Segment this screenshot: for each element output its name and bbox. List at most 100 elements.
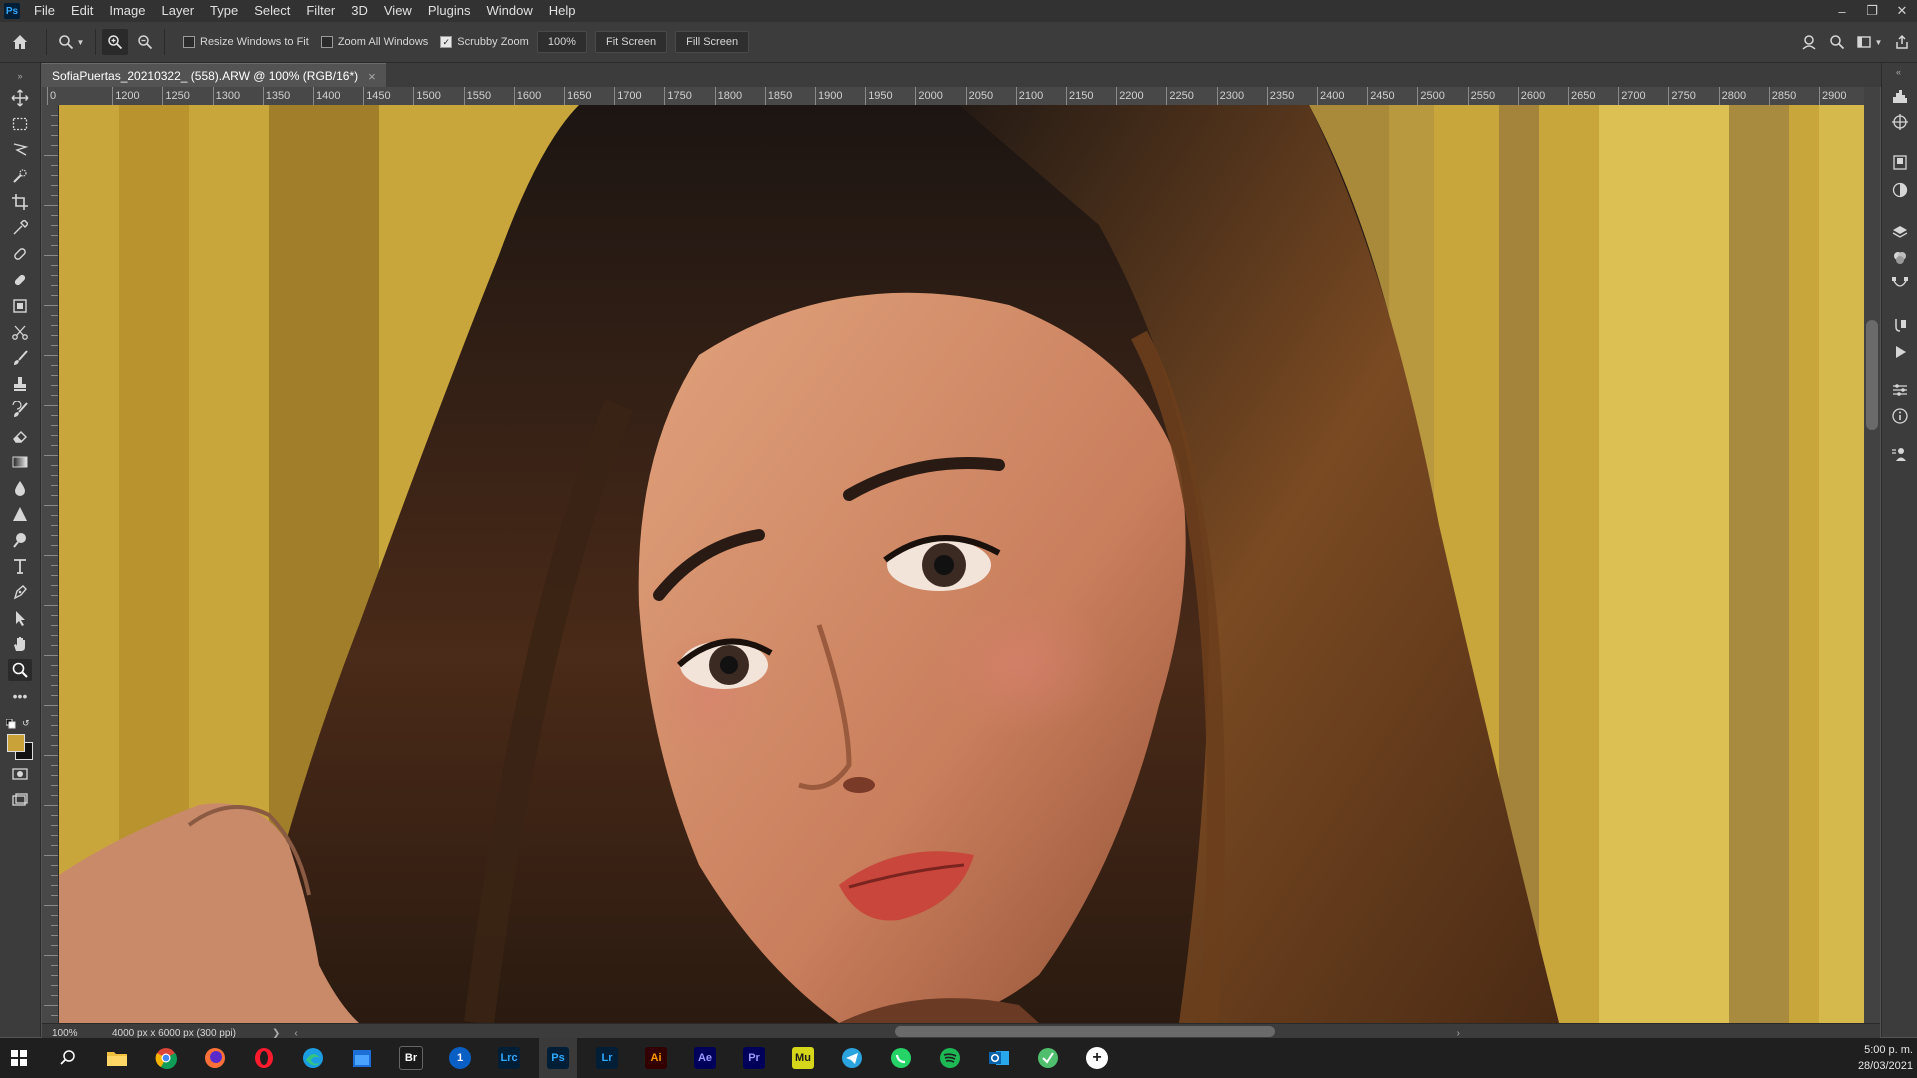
navigator-icon[interactable]: [1891, 113, 1909, 131]
taskbar-add-app[interactable]: +: [1078, 1038, 1116, 1078]
share-button[interactable]: [1887, 34, 1917, 50]
document-canvas[interactable]: [59, 105, 1864, 1023]
quick-selection-tool[interactable]: [8, 165, 32, 187]
marquee-tool[interactable]: [8, 113, 32, 135]
collapse-toolbar-icon[interactable]: »: [8, 65, 32, 87]
crop-tool[interactable]: [8, 191, 32, 213]
status-zoom[interactable]: 100%: [52, 1028, 92, 1039]
taskbar-illustrator[interactable]: Ai: [637, 1038, 675, 1078]
patch-tool[interactable]: [8, 295, 32, 317]
taskbar-chrome[interactable]: [147, 1038, 185, 1078]
quick-mask-button[interactable]: [8, 763, 32, 785]
fill-screen-button[interactable]: Fill Screen: [675, 31, 750, 53]
zoom-in-button[interactable]: [102, 29, 128, 55]
taskbar-after-effects[interactable]: Ae: [686, 1038, 724, 1078]
move-tool[interactable]: [8, 87, 32, 109]
taskbar-whatsapp[interactable]: [882, 1038, 920, 1078]
taskbar-search-button[interactable]: [49, 1038, 87, 1078]
zoom-out-button[interactable]: [132, 29, 158, 55]
menu-filter[interactable]: Filter: [298, 0, 343, 22]
swap-colors-icon[interactable]: ↺: [22, 718, 32, 728]
healing-brush-tool[interactable]: [8, 269, 32, 291]
eraser-tool[interactable]: [8, 425, 32, 447]
learn-button[interactable]: [1795, 34, 1823, 50]
path-selection-tool[interactable]: [8, 607, 32, 629]
histogram-icon[interactable]: [1891, 87, 1909, 105]
menu-help[interactable]: Help: [541, 0, 584, 22]
libraries-icon[interactable]: [1891, 153, 1909, 171]
taskbar-muse[interactable]: Mu: [784, 1038, 822, 1078]
horizontal-scroll-thumb[interactable]: [895, 1026, 1275, 1037]
hand-tool[interactable]: [8, 633, 32, 655]
brush-tool[interactable]: [8, 347, 32, 369]
taskbar-lightroom[interactable]: Lr: [588, 1038, 626, 1078]
zoom-tool[interactable]: [8, 659, 32, 681]
more-tools-icon[interactable]: •••: [8, 685, 32, 707]
taskbar-opera[interactable]: [245, 1038, 283, 1078]
paths-icon[interactable]: [1891, 275, 1909, 293]
menu-type[interactable]: Type: [202, 0, 246, 22]
zoom-all-windows-checkbox[interactable]: Zoom All Windows: [320, 36, 428, 48]
status-menu-arrow[interactable]: ❯: [272, 1028, 280, 1039]
menu-edit[interactable]: Edit: [63, 0, 101, 22]
menu-file[interactable]: File: [26, 0, 63, 22]
resize-windows-checkbox[interactable]: Resize Windows to Fit: [183, 36, 309, 48]
taskbar-file-explorer[interactable]: [98, 1038, 136, 1078]
channels-icon[interactable]: [1891, 249, 1909, 267]
taskbar-edge[interactable]: [294, 1038, 332, 1078]
actions-play-icon[interactable]: [1891, 343, 1909, 361]
minimize-button[interactable]: –: [1827, 0, 1857, 22]
menu-window[interactable]: Window: [478, 0, 540, 22]
vertical-scroll-thumb[interactable]: [1866, 320, 1878, 430]
taskbar-telegram[interactable]: [833, 1038, 871, 1078]
close-button[interactable]: ✕: [1887, 0, 1917, 22]
taskbar-calendar[interactable]: [343, 1038, 381, 1078]
menu-plugins[interactable]: Plugins: [420, 0, 479, 22]
type-tool[interactable]: [8, 555, 32, 577]
menu-image[interactable]: Image: [101, 0, 153, 22]
menu-layer[interactable]: Layer: [154, 0, 203, 22]
eyedropper-tool[interactable]: [8, 217, 32, 239]
scissors-tool[interactable]: [8, 321, 32, 343]
home-button[interactable]: [0, 22, 40, 62]
pen-tool[interactable]: [8, 581, 32, 603]
gradient-tool[interactable]: [8, 451, 32, 473]
vertical-scrollbar[interactable]: [1864, 87, 1880, 1023]
menu-3d[interactable]: 3D: [343, 0, 376, 22]
document-tab[interactable]: SofiaPuertas_20210322_ (558).ARW @ 100% …: [42, 63, 386, 88]
taskbar-spotify[interactable]: [931, 1038, 969, 1078]
taskbar-photoshop[interactable]: Ps: [539, 1038, 577, 1078]
taskbar-bridge[interactable]: Br: [392, 1038, 430, 1078]
tool-preset-picker[interactable]: ▼: [53, 27, 89, 57]
lasso-tool[interactable]: [8, 139, 32, 161]
spot-healing-tool[interactable]: [8, 243, 32, 265]
taskbar-firefox[interactable]: [196, 1038, 234, 1078]
taskbar-lightroom-classic[interactable]: Lrc: [490, 1038, 528, 1078]
close-tab-icon[interactable]: ×: [368, 69, 376, 84]
restore-button[interactable]: ❐: [1857, 0, 1887, 22]
scrubby-zoom-checkbox[interactable]: ✓ Scrubby Zoom: [440, 36, 529, 48]
taskbar-1password[interactable]: 1: [441, 1038, 479, 1078]
sharpen-tool[interactable]: [8, 503, 32, 525]
adjustments-icon[interactable]: [1891, 181, 1909, 199]
clone-stamp-tool[interactable]: [8, 373, 32, 395]
scroll-left-icon[interactable]: ‹: [294, 1028, 297, 1039]
menu-view[interactable]: View: [376, 0, 420, 22]
taskbar-premiere[interactable]: Pr: [735, 1038, 773, 1078]
system-clock[interactable]: 5:00 p. m. 28/03/2021: [1858, 1042, 1913, 1074]
menu-select[interactable]: Select: [246, 0, 298, 22]
workspace-switcher[interactable]: ▼: [1851, 34, 1887, 50]
scroll-right-icon[interactable]: ›: [1457, 1028, 1460, 1039]
fit-screen-button[interactable]: Fit Screen: [594, 31, 668, 53]
history-brush-tool[interactable]: [8, 399, 32, 421]
dodge-tool[interactable]: [8, 529, 32, 551]
search-button[interactable]: [1823, 34, 1851, 50]
start-button[interactable]: [0, 1038, 38, 1078]
info-icon[interactable]: [1891, 407, 1909, 425]
zoom-percent-field[interactable]: 100%: [536, 31, 587, 53]
user-panel-icon[interactable]: [1891, 445, 1909, 463]
collapse-panels-icon[interactable]: «: [1896, 67, 1914, 85]
layers-icon[interactable]: [1891, 223, 1909, 241]
blur-tool[interactable]: [8, 477, 32, 499]
taskbar-vector-app[interactable]: [1029, 1038, 1067, 1078]
